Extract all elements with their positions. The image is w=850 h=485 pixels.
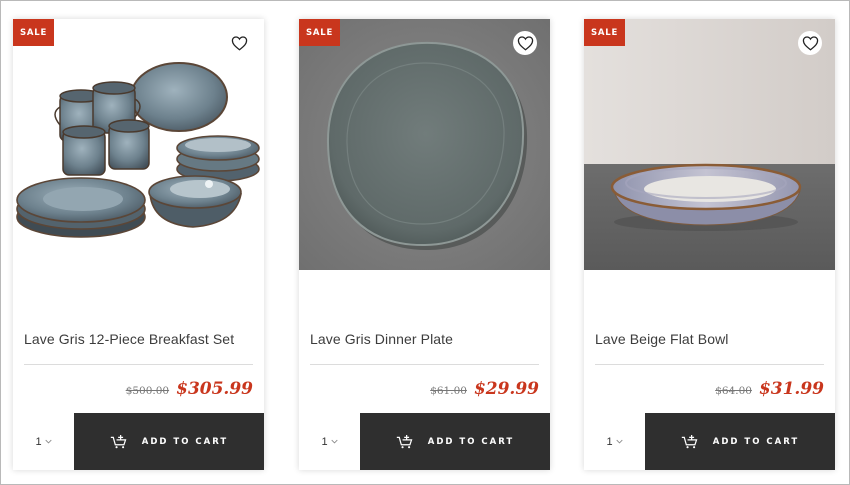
product-card[interactable]: SALE Lave Gris Dinner Plate $61.00 $29.9… bbox=[299, 19, 550, 470]
cart-plus-icon bbox=[681, 434, 698, 449]
chevron-down-icon bbox=[615, 439, 623, 444]
product-image[interactable] bbox=[299, 19, 550, 270]
price-group: $61.00 $29.99 bbox=[430, 379, 539, 399]
product-card[interactable]: SALE bbox=[13, 19, 264, 470]
product-image[interactable] bbox=[13, 19, 264, 270]
product-card[interactable]: SALE bbox=[584, 19, 835, 470]
sale-price: $305.99 bbox=[176, 379, 253, 399]
quantity-value: 1 bbox=[321, 435, 328, 448]
quantity-select[interactable]: 1 bbox=[13, 413, 74, 470]
quantity-select[interactable]: 1 bbox=[299, 413, 360, 470]
price-group: $500.00 $305.99 bbox=[126, 379, 253, 399]
add-to-cart-label: ADD TO CART bbox=[141, 436, 229, 447]
original-price: $500.00 bbox=[125, 385, 170, 397]
chevron-down-icon bbox=[44, 439, 52, 444]
cart-plus-icon bbox=[396, 434, 413, 449]
original-price: $64.00 bbox=[715, 385, 752, 397]
add-to-cart-button[interactable]: ADD TO CART bbox=[360, 413, 550, 470]
quantity-value: 1 bbox=[606, 435, 613, 448]
divider bbox=[595, 364, 824, 365]
product-name[interactable]: Lave Beige Flat Bowl bbox=[595, 331, 825, 347]
chevron-down-icon bbox=[330, 439, 338, 444]
product-name[interactable]: Lave Gris 12-Piece Breakfast Set bbox=[24, 331, 254, 347]
price-group: $64.00 $31.99 bbox=[715, 379, 824, 399]
add-to-cart-button[interactable]: ADD TO CART bbox=[645, 413, 835, 470]
wishlist-button[interactable] bbox=[513, 31, 537, 55]
divider bbox=[24, 364, 253, 365]
cart-plus-icon bbox=[110, 434, 127, 449]
wishlist-button[interactable] bbox=[798, 31, 822, 55]
product-name[interactable]: Lave Gris Dinner Plate bbox=[310, 331, 540, 347]
heart-icon bbox=[802, 36, 818, 51]
quantity-select[interactable]: 1 bbox=[584, 413, 645, 470]
sale-badge: SALE bbox=[13, 19, 54, 46]
heart-icon bbox=[231, 36, 247, 51]
divider bbox=[310, 364, 539, 365]
product-image[interactable] bbox=[584, 19, 835, 270]
original-price: $61.00 bbox=[430, 385, 467, 397]
sale-badge: SALE bbox=[299, 19, 340, 46]
wishlist-button[interactable] bbox=[227, 31, 251, 55]
add-to-cart-label: ADD TO CART bbox=[712, 436, 800, 447]
add-to-cart-button[interactable]: ADD TO CART bbox=[74, 413, 264, 470]
quantity-value: 1 bbox=[35, 435, 42, 448]
add-to-cart-label: ADD TO CART bbox=[427, 436, 515, 447]
sale-price: $29.99 bbox=[473, 379, 539, 399]
sale-price: $31.99 bbox=[758, 379, 824, 399]
sale-badge: SALE bbox=[584, 19, 625, 46]
heart-icon bbox=[517, 36, 533, 51]
